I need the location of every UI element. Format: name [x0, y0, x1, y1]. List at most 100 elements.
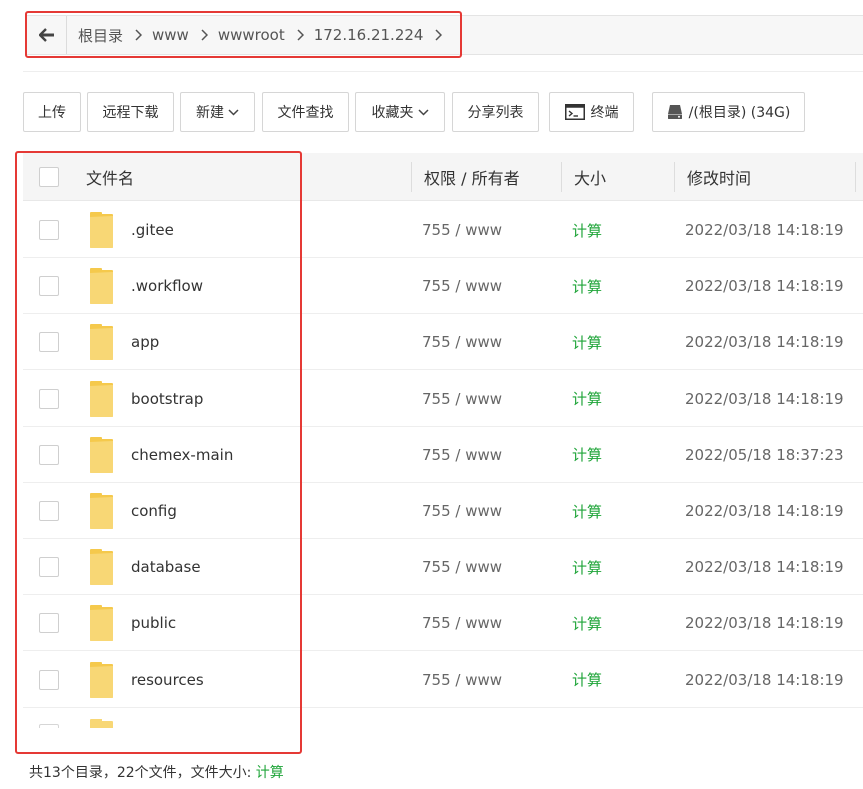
row-checkbox[interactable] [39, 220, 59, 240]
table-row[interactable]: .workflow 755 / www 计算 2022/03/18 14:18:19 [23, 258, 863, 315]
folder-icon [89, 539, 115, 595]
arrow-left-icon [38, 28, 54, 42]
file-size-calc[interactable]: 计算 [572, 652, 602, 708]
table-row[interactable]: resources 755 / www 计算 2022/03/18 14:18:19 [23, 652, 863, 708]
breadcrumb-item: 172.16.21.224 [314, 16, 443, 54]
file-name[interactable]: bootstrap [131, 371, 203, 427]
file-size-calc[interactable]: 计算 [572, 539, 602, 595]
row-checkbox[interactable] [39, 613, 59, 634]
file-size-calc[interactable]: 计算 [572, 595, 602, 651]
table-row-partial [23, 708, 863, 728]
file-mtime: 2022/03/18 14:18:19 [685, 333, 844, 352]
folder-icon [89, 652, 115, 708]
file-permission[interactable]: 755 / www [422, 483, 502, 539]
folder-icon [89, 427, 115, 483]
file-table-header: 文件名 权限 / 所有者 大小 修改时间 [23, 153, 863, 201]
footer-summary-text: 共13个目录，22个文件，文件大小: [29, 765, 256, 781]
row-checkbox[interactable] [39, 276, 59, 297]
file-permission[interactable]: 755 / www [422, 202, 502, 258]
file-mtime: 2022/03/18 14:18:19 [685, 614, 844, 633]
file-permission[interactable]: 755 / www [422, 314, 502, 370]
column-divider [411, 162, 412, 192]
row-check-cell [39, 483, 59, 539]
chevron-right-icon[interactable] [435, 29, 443, 41]
chevron-right-icon [297, 29, 304, 41]
breadcrumb-link[interactable]: 根目录 [78, 25, 123, 46]
table-row[interactable]: config 755 / www 计算 2022/03/18 14:18:19 [23, 483, 863, 539]
row-checkbox[interactable] [39, 557, 59, 578]
table-row[interactable]: app 755 / www 计算 2022/03/18 14:18:19 [23, 314, 863, 371]
file-permission[interactable]: 755 / www [422, 539, 502, 595]
upload-button[interactable]: 上传 [23, 92, 81, 132]
file-size-calc[interactable]: 计算 [572, 202, 602, 258]
breadcrumb-bar: 根目录 www wwwroot 172.16.21.224 [26, 15, 863, 55]
table-row[interactable]: public 755 / www 计算 2022/03/18 14:18:19 [23, 595, 863, 652]
file-name[interactable]: public [131, 595, 176, 651]
file-name[interactable]: chemex-main [131, 427, 233, 483]
remote-download-button[interactable]: 远程下载 [87, 92, 174, 132]
file-size-calc[interactable]: 计算 [572, 371, 602, 427]
file-name[interactable]: .gitee [131, 202, 174, 258]
select-all-checkbox[interactable] [39, 167, 59, 187]
disk-button[interactable]: /(根目录) (34G) [652, 92, 805, 132]
column-divider [561, 162, 562, 192]
file-name[interactable]: resources [131, 652, 204, 708]
row-checkbox[interactable] [39, 669, 59, 690]
footer-calc-link[interactable]: 计算 [256, 765, 284, 781]
share-list-label: 分享列表 [467, 105, 524, 121]
file-size-calc[interactable]: 计算 [572, 258, 602, 314]
header-name[interactable]: 文件名 [86, 153, 134, 201]
file-search-button[interactable]: 文件查找 [262, 92, 349, 132]
file-permission[interactable]: 755 / www [422, 427, 502, 483]
select-all-cell [39, 153, 59, 201]
row-checkbox[interactable] [39, 388, 59, 409]
file-name[interactable]: .workflow [131, 258, 203, 314]
breadcrumb-link[interactable]: www [152, 26, 189, 44]
header-size[interactable]: 大小 [574, 153, 606, 201]
row-check-cell [39, 371, 59, 427]
column-divider [855, 162, 856, 192]
row-checkbox[interactable] [39, 332, 59, 353]
folder-icon [89, 314, 115, 370]
share-list-button[interactable]: 分享列表 [452, 92, 539, 132]
file-permission[interactable]: 755 / www [422, 258, 502, 314]
file-mtime: 2022/03/18 14:18:19 [685, 221, 844, 239]
row-check-cell [39, 258, 59, 314]
remote-download-label: 远程下载 [102, 105, 159, 121]
file-permission[interactable]: 755 / www [422, 595, 502, 651]
terminal-button[interactable]: 终端 [549, 92, 634, 132]
row-checkbox[interactable] [39, 444, 59, 465]
header-mtime[interactable]: 修改时间 [687, 153, 751, 201]
favorites-dropdown-button[interactable]: 收藏夹 [355, 92, 445, 132]
file-permission[interactable]: 755 / www [422, 652, 502, 708]
row-check-cell [39, 427, 59, 483]
chevron-right-icon [201, 29, 208, 41]
new-dropdown-button[interactable]: 新建 [180, 92, 255, 132]
table-row[interactable]: database 755 / www 计算 2022/03/18 14:18:19 [23, 539, 863, 596]
file-permission[interactable]: 755 / www [422, 371, 502, 427]
upload-label: 上传 [38, 105, 66, 121]
row-checkbox[interactable] [39, 501, 59, 521]
file-name[interactable]: app [131, 314, 159, 370]
table-row[interactable]: chemex-main 755 / www 计算 2022/05/18 18:37:2… [23, 427, 863, 483]
favorites-label: 收藏夹 [371, 105, 414, 121]
row-check-cell [39, 539, 59, 595]
hard-drive-icon [667, 104, 683, 120]
file-name[interactable]: database [131, 539, 201, 595]
footer-summary: 共13个目录，22个文件，文件大小: 计算 [29, 762, 284, 782]
file-size-calc[interactable]: 计算 [572, 483, 602, 539]
breadcrumb-link[interactable]: 172.16.21.224 [314, 26, 424, 44]
breadcrumb-link[interactable]: wwwroot [218, 26, 285, 44]
row-check-cell [39, 202, 59, 258]
file-search-label: 文件查找 [277, 105, 334, 121]
table-row[interactable]: bootstrap 755 / www 计算 2022/03/18 14:18:19 [23, 371, 863, 427]
file-size-calc[interactable]: 计算 [572, 314, 602, 370]
file-mtime: 2022/03/18 14:18:19 [685, 502, 844, 520]
chevron-down-icon [228, 108, 239, 116]
back-button[interactable] [27, 16, 67, 54]
header-perm[interactable]: 权限 / 所有者 [424, 153, 520, 201]
file-name[interactable]: config [131, 483, 177, 539]
table-row[interactable]: .gitee 755 / www 计算 2022/03/18 14:18:19 [23, 202, 863, 258]
file-size-calc[interactable]: 计算 [572, 427, 602, 483]
row-check-cell [39, 652, 59, 708]
